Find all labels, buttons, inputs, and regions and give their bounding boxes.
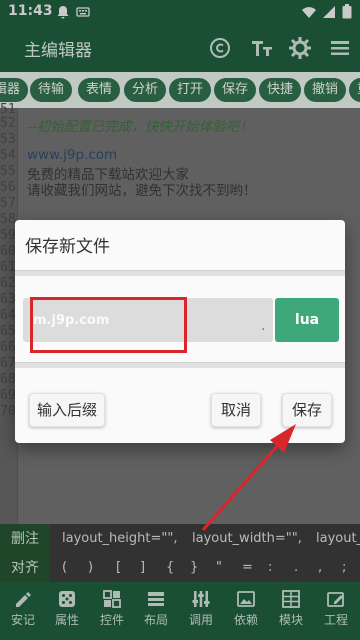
extension-button[interactable]: lua xyxy=(275,298,339,342)
highlight-box xyxy=(30,297,187,353)
enter-suffix-button[interactable]: 输入后缀 xyxy=(29,393,105,427)
dialog-title: 保存新文件 xyxy=(25,237,110,257)
divider xyxy=(15,270,345,276)
divider xyxy=(15,362,345,368)
save-button[interactable]: 保存 xyxy=(282,393,332,427)
cancel-button[interactable]: 取消 xyxy=(211,393,261,427)
extension-dot: . xyxy=(261,318,266,334)
